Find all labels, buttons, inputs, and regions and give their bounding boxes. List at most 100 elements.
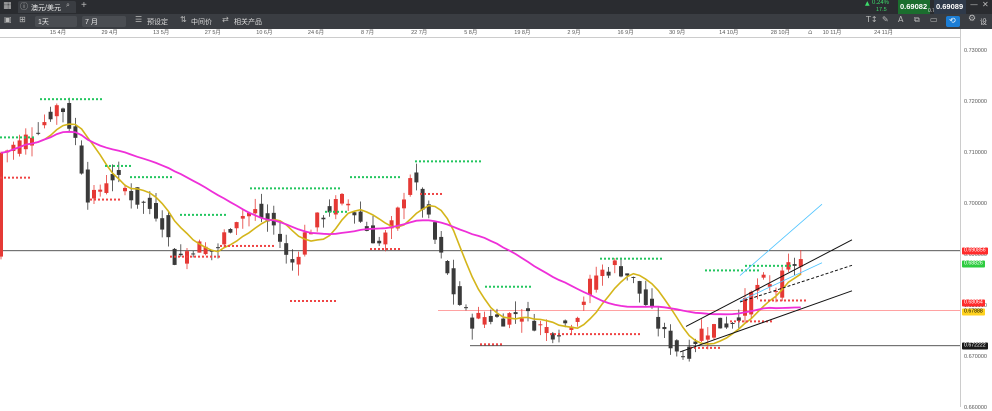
support-dot xyxy=(0,176,2,179)
resistance-dot xyxy=(475,160,477,163)
text-tool-icon[interactable]: A xyxy=(898,15,903,24)
bid-box[interactable]: 0.69082 xyxy=(898,0,930,14)
support-dot xyxy=(24,176,26,179)
copy-icon[interactable]: ⧉ xyxy=(914,15,920,25)
x-tick-label: 5 8月 xyxy=(464,30,478,36)
support-dot xyxy=(484,343,486,346)
resistance-dot xyxy=(604,257,606,260)
support-dot xyxy=(248,244,250,247)
support-dot xyxy=(574,333,576,336)
resistance-dot xyxy=(745,264,747,267)
resistance-dot xyxy=(479,160,481,163)
price-chart[interactable] xyxy=(0,37,960,407)
resistance-dot xyxy=(254,187,256,190)
resistance-dot xyxy=(501,285,503,288)
support-dot xyxy=(378,248,380,251)
resistance-dot xyxy=(777,264,779,267)
resistance-dot xyxy=(274,187,276,190)
ma-fast-line xyxy=(0,123,802,345)
resistance-dot xyxy=(785,264,787,267)
resistance-dot xyxy=(166,176,168,179)
support-dot xyxy=(390,248,392,251)
candle-body xyxy=(774,291,778,293)
candle-body xyxy=(730,322,735,324)
candle-body xyxy=(674,340,679,352)
x-tick-label: 29 4月 xyxy=(101,30,118,36)
resistance-dot xyxy=(262,187,264,190)
resistance-dot xyxy=(600,257,602,260)
candle-body xyxy=(160,218,165,230)
candle-body xyxy=(532,320,537,331)
support-dot xyxy=(382,248,384,251)
resistance-dot xyxy=(485,285,487,288)
resistance-dot xyxy=(84,98,86,101)
support-dot xyxy=(598,333,600,336)
candle-body xyxy=(792,264,797,266)
support-dot xyxy=(614,333,616,336)
support-dot xyxy=(630,333,632,336)
candle-body xyxy=(699,328,704,341)
resistance-dot xyxy=(28,136,30,139)
grid-menu-icon[interactable]: ▦ xyxy=(3,1,12,11)
home-icon[interactable]: ⌂ xyxy=(808,28,812,36)
support-dot xyxy=(110,198,112,201)
resistance-dot xyxy=(358,176,360,179)
resistance-dot xyxy=(16,136,18,139)
search-icon[interactable]: ⌕ xyxy=(66,1,70,10)
support-dot xyxy=(98,198,100,201)
support-dot xyxy=(318,299,320,302)
resistance-dot xyxy=(96,98,98,101)
support-dot xyxy=(8,176,10,179)
support-dot xyxy=(102,198,104,201)
support-dot xyxy=(240,244,242,247)
resistance-dot xyxy=(451,160,453,163)
range-select[interactable]: 7 月 xyxy=(82,16,126,27)
resistance-dot xyxy=(709,269,711,272)
settings-label[interactable]: 设 xyxy=(980,17,987,27)
resistance-dot xyxy=(20,136,22,139)
resistance-dot xyxy=(620,257,622,260)
sync-button[interactable]: ⟲ xyxy=(946,16,960,27)
resistance-dot xyxy=(721,269,723,272)
chart-toolbar: ▣ ⊞ 1天 7 月 ☰ 预设定 ⇅ 中间价 ⇄ 相关产品 T↕ ✎ A ⧉ ▭… xyxy=(0,14,992,29)
candle-body xyxy=(296,256,301,265)
support-dot xyxy=(768,299,770,302)
candle-body xyxy=(439,236,444,253)
tab-instrument[interactable]: ⓘ 澳元/美元 ⌕ xyxy=(18,1,76,13)
candle-body xyxy=(668,330,673,349)
ask-box[interactable]: 0.69089 xyxy=(934,0,966,14)
candle-body xyxy=(85,169,90,203)
resistance-dot xyxy=(270,187,272,190)
support-dot xyxy=(436,192,438,195)
screenshot-icon[interactable]: ▭ xyxy=(930,15,938,24)
support-dot xyxy=(764,299,766,302)
resistance-dot xyxy=(44,98,46,101)
support-dot xyxy=(224,244,226,247)
support-dot xyxy=(750,320,752,323)
support-dot xyxy=(12,176,14,179)
support-dot xyxy=(260,244,262,247)
resistance-dot xyxy=(24,136,26,139)
candle-body xyxy=(129,190,134,201)
candle-body xyxy=(513,312,518,315)
support-dot xyxy=(424,192,426,195)
minimize-icon[interactable]: — xyxy=(970,0,978,9)
y-tick-label: 0.660000 xyxy=(964,405,987,411)
candle-body xyxy=(637,281,642,294)
y-tick-label: 0.670000 xyxy=(964,354,987,361)
gear-icon[interactable]: ⚙ xyxy=(968,14,976,24)
candle-body xyxy=(526,308,530,312)
layout-icon[interactable]: ▣ xyxy=(4,15,12,24)
close-icon[interactable]: ✕ xyxy=(982,0,989,9)
related-button[interactable]: 相关产品 xyxy=(234,17,262,27)
candle-body xyxy=(575,317,580,322)
timeframe-select[interactable]: 1天 xyxy=(35,16,77,27)
preset-button[interactable]: 预设定 xyxy=(147,17,168,27)
add-tab-button[interactable]: + xyxy=(81,0,87,11)
midprice-button[interactable]: 中间价 xyxy=(191,17,212,27)
crosshair-icon[interactable]: ⊞ xyxy=(19,15,26,24)
support-dot xyxy=(602,333,604,336)
resistance-dot xyxy=(455,160,457,163)
indicator-icon[interactable]: T↕ xyxy=(866,15,878,24)
draw-tool-icon[interactable]: ✎ xyxy=(882,15,889,24)
